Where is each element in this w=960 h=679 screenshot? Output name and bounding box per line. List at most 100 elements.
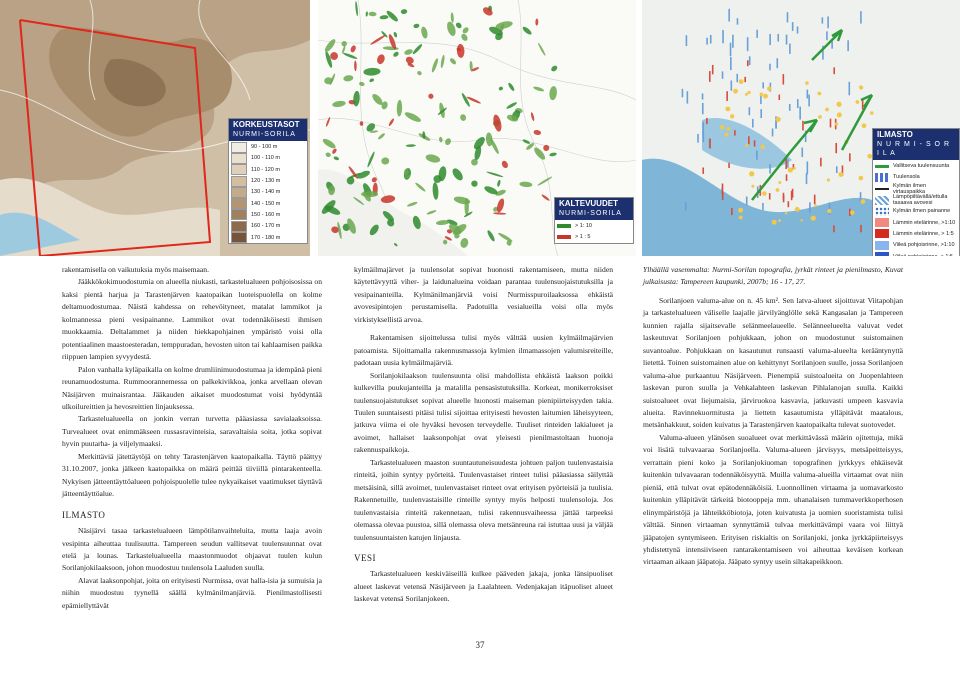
legend-item-climate: Lämmin etelärinne, >1:10 <box>873 216 959 228</box>
cold-air-dot <box>738 207 744 213</box>
legend-item-climate-swatch <box>875 252 889 256</box>
legend-item-elevation: 170 - 180 m <box>229 231 307 244</box>
cold-air-dot <box>730 114 735 119</box>
cold-air-dot <box>747 90 751 95</box>
cold-air-dot <box>817 91 822 96</box>
cold-air-dot <box>775 188 780 192</box>
climate-map: ILMASTO N U R M I - S O R I L A Vallitse… <box>642 0 960 256</box>
cold-air-dot <box>738 215 743 220</box>
legend-item-elevation-label: 160 - 170 m <box>251 223 281 230</box>
topography-map: KORKEUSTASOT NURMI-SORILA 90 - 100 m 100 … <box>0 0 310 256</box>
paragraph: Jääkkökokimuodostumia on alueella niukas… <box>62 277 322 362</box>
cold-air-dot <box>778 219 781 222</box>
cold-air-dot <box>814 204 817 207</box>
cold-air-dot <box>834 122 839 126</box>
cold-air-dot <box>726 126 731 131</box>
slopes-legend-subtitle: NURMI-SORILA <box>555 209 633 220</box>
legend-item-climate-swatch <box>875 206 889 216</box>
legend-item-elevation-swatch <box>231 164 247 176</box>
legend-item-climate: Tuulensola <box>873 171 959 182</box>
topography-legend: KORKEUSTASOT NURMI-SORILA 90 - 100 m 100 … <box>228 118 308 244</box>
paragraph: Merkittäviä jätettäytöjä on tehty Tarast… <box>62 451 322 499</box>
legend-item-climate: Kylmän ilmen virtauspaikka <box>873 182 959 195</box>
legend-item-slope: > 1 : 5 <box>555 231 633 242</box>
legend-item-climate-label: Kylmän ilmen painanne <box>893 208 951 215</box>
cold-air-dot <box>869 111 874 115</box>
legend-item-climate-label: Lämmin etelärinne, >1:10 <box>893 219 956 226</box>
cold-air-dot <box>771 219 777 225</box>
legend-item-climate: Viileä pohjoisrinne, >1:10 <box>873 239 959 250</box>
cold-air-dot <box>725 106 731 112</box>
cold-air-dot <box>787 167 794 173</box>
paragraph: Sorilanjoen valuma-alue on n. 45 km². Se… <box>643 295 903 430</box>
paragraph: Tarkastelualueen maaston suuntautuneisuu… <box>354 457 613 542</box>
paragraph: kylmäilmajärvet ja tuulensolat sopivat h… <box>354 265 613 324</box>
legend-item-elevation-swatch <box>231 232 247 244</box>
cold-air-dot <box>818 115 822 119</box>
cold-air-dot <box>805 81 809 85</box>
legend-item-climate-label: Lämmin etelärinne, > 1:5 <box>893 230 954 237</box>
climate-legend: ILMASTO N U R M I - S O R I L A Vallitse… <box>872 128 960 256</box>
legend-item-elevation-swatch <box>231 220 247 232</box>
legend-item-climate-swatch <box>875 164 889 168</box>
legend-item-climate-swatch <box>875 172 889 182</box>
text-column-1: rakentamisella on vaikutuksia myös maise… <box>62 264 322 612</box>
legend-item-climate-label: Viileä pohjoisrinne, >1:10 <box>893 242 955 249</box>
cold-air-dot <box>733 88 739 94</box>
legend-item-slope-swatch <box>557 224 571 229</box>
cold-air-dot <box>759 92 764 97</box>
legend-item-climate-swatch <box>875 195 889 205</box>
legend-item-climate-swatch <box>875 229 889 239</box>
legend-item-elevation-swatch <box>231 152 247 164</box>
legend-item-elevation-swatch <box>231 198 247 210</box>
cold-air-dot <box>762 191 767 196</box>
topography-legend-title: KORKEUSTASOT <box>229 119 307 130</box>
paragraph: Palon vanhalla kyläpaikalla on kolme dru… <box>62 364 322 411</box>
cold-air-dot <box>793 166 796 170</box>
legend-item-climate: Vallitseva tuulensuunta <box>873 160 959 171</box>
legend-item-elevation-swatch <box>231 186 247 198</box>
legend-item-elevation: 120 - 130 m <box>229 174 307 187</box>
paragraph: Näsijärvi tasaa tarkastelualueen lämpöti… <box>62 526 322 573</box>
cold-air-dot <box>775 116 781 122</box>
slopes-map: KALTEVUUDET NURMI-SORILA > 1: 10 > 1 : 5 <box>318 0 636 256</box>
page-number: 37 <box>475 640 485 650</box>
cold-air-dot <box>861 123 867 129</box>
cold-air-dot <box>745 143 749 147</box>
cold-air-dot <box>810 215 816 221</box>
text-column-2: kylmäilmajärvet ja tuulensolat sopivat h… <box>354 264 613 606</box>
slope-patch <box>361 191 379 198</box>
legend-item-climate: Kylmän ilmen painanne <box>873 205 959 216</box>
cold-air-dot <box>836 112 842 118</box>
paragraph: Rakentamisen sijoittelussa tulisi myös v… <box>354 333 613 368</box>
legend-item-climate-swatch <box>875 218 889 228</box>
legend-item-climate-label: Kylmän ilmen virtauspaikka <box>893 182 927 195</box>
legend-item-climate-swatch <box>875 240 889 250</box>
legend-item-elevation-label: 170 - 180 m <box>251 234 281 241</box>
section-heading-ilmasto: ILMASTO <box>62 509 106 520</box>
cold-air-dot <box>784 212 788 215</box>
cold-air-dot <box>825 107 829 112</box>
climate-legend-title: ILMASTO <box>873 129 959 140</box>
text-column-3: Ylhäällä vasemmalta: Nurmi-Sorilan topog… <box>643 264 903 569</box>
paragraph: Tarkastelualueella on jonkin verran turv… <box>62 414 322 449</box>
cold-air-dot <box>855 100 860 104</box>
cold-air-dot <box>719 124 725 130</box>
legend-item-elevation-label: 110 - 120 m <box>251 166 280 173</box>
legend-item-elevation-swatch <box>231 209 247 221</box>
legend-item-elevation-label: 130 - 140 m <box>251 189 281 196</box>
legend-item-elevation: 100 - 110 m <box>229 152 307 164</box>
legend-item-slope-label: > 1: 10 <box>575 223 592 230</box>
legend-item-climate-label: Viileä pohjoisrinne, > 1:5 <box>893 254 953 256</box>
legend-item-climate-label: Tuulensola <box>893 174 920 181</box>
paragraph: Tarkastelualueen keskiväiseillä kulkee p… <box>354 569 613 604</box>
cold-air-dot <box>858 85 864 90</box>
legend-item-elevation: 90 - 100 m <box>229 141 307 153</box>
cold-air-dot <box>827 209 832 214</box>
legend-item-elevation-label: 90 - 100 m <box>251 144 278 151</box>
legend-item-elevation: 110 - 120 m <box>229 163 307 176</box>
paragraph: rakentamisella on vaikutuksia myös maise… <box>62 265 209 274</box>
paragraph: Valuma-alueen ylänösen suoalueet ovat me… <box>643 432 903 567</box>
section-heading-vesi: VESI <box>354 552 376 563</box>
legend-item-elevation-swatch <box>231 141 247 153</box>
